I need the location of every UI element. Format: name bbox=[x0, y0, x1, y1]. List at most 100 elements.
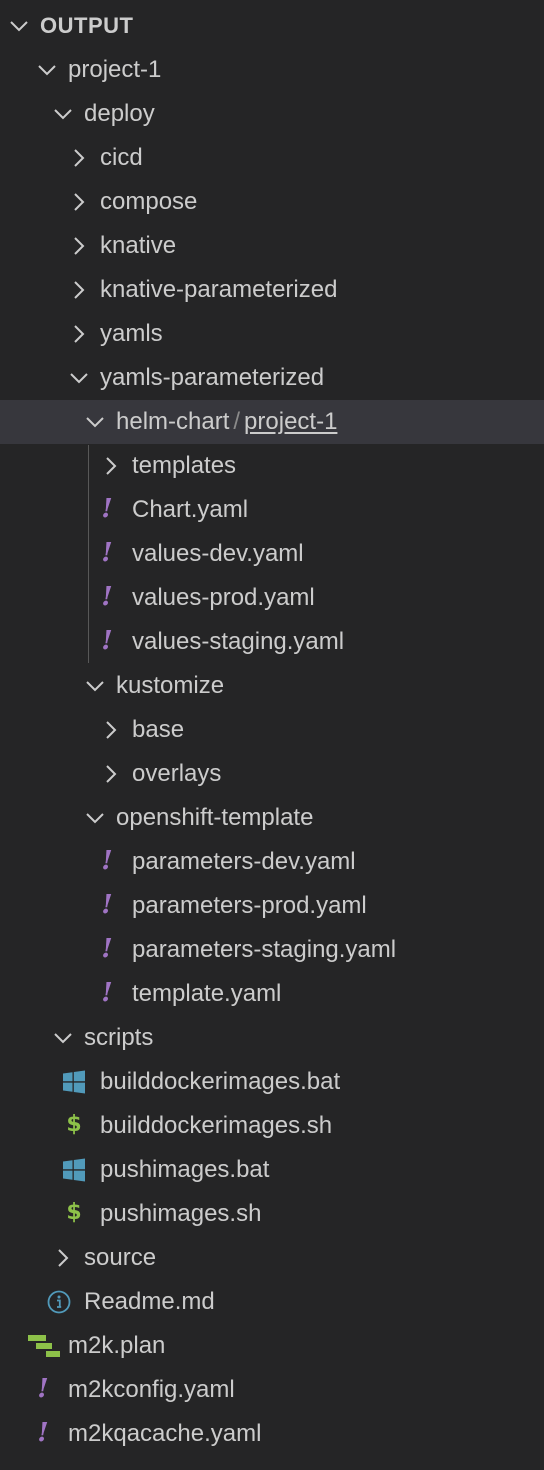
chevron-down-icon bbox=[83, 674, 107, 698]
chevron-right-icon bbox=[67, 146, 91, 170]
tree-file-pushimages-bat[interactable]: pushimages.bat bbox=[0, 1148, 544, 1192]
yaml-file-icon: ! bbox=[101, 538, 113, 568]
chevron-right-icon bbox=[67, 278, 91, 302]
tree-file-values-dev[interactable]: ! values-dev.yaml bbox=[0, 532, 544, 576]
yaml-file-icon: ! bbox=[101, 494, 113, 524]
tree-folder-helm-chart[interactable]: helm-chart / project-1 bbox=[0, 400, 544, 444]
folder-label: templates bbox=[132, 452, 237, 479]
chevron-down-icon bbox=[67, 366, 91, 390]
yaml-file-icon: ! bbox=[101, 846, 113, 876]
plan-icon bbox=[28, 1334, 62, 1358]
tree-folder-cicd[interactable]: cicd bbox=[0, 136, 544, 180]
file-label: values-staging.yaml bbox=[132, 628, 345, 655]
tree-file-builddockerimages-sh[interactable]: $ builddockerimages.sh bbox=[0, 1104, 544, 1148]
folder-label: project-1 bbox=[68, 56, 162, 83]
tree-folder-kustomize[interactable]: kustomize bbox=[0, 664, 544, 708]
shell-file-icon: $ bbox=[66, 1112, 82, 1137]
chevron-down-icon bbox=[83, 410, 107, 434]
tree-folder-base[interactable]: base bbox=[0, 708, 544, 752]
folder-label: compose bbox=[100, 188, 198, 215]
yaml-file-icon: ! bbox=[101, 978, 113, 1008]
chevron-down-icon bbox=[51, 102, 75, 126]
folder-label: openshift-template bbox=[116, 804, 314, 831]
folder-label: yamls bbox=[100, 320, 163, 347]
tree-file-parameters-staging[interactable]: ! parameters-staging.yaml bbox=[0, 928, 544, 972]
compact-folder-separator: / bbox=[233, 408, 241, 435]
tree-folder-knative-parameterized[interactable]: knative-parameterized bbox=[0, 268, 544, 312]
tree-folder-source[interactable]: source bbox=[0, 1236, 544, 1280]
chevron-down-icon bbox=[35, 58, 59, 82]
tree-folder-overlays[interactable]: overlays bbox=[0, 752, 544, 796]
file-label: values-prod.yaml bbox=[132, 584, 315, 611]
chevron-right-icon bbox=[67, 234, 91, 258]
info-icon bbox=[47, 1290, 71, 1314]
file-label: builddockerimages.bat bbox=[100, 1068, 341, 1095]
tree-file-builddockerimages-bat[interactable]: builddockerimages.bat bbox=[0, 1060, 544, 1104]
windows-icon bbox=[62, 1070, 86, 1094]
folder-label: kustomize bbox=[116, 672, 225, 699]
file-label: values-dev.yaml bbox=[132, 540, 304, 567]
chevron-right-icon bbox=[51, 1246, 75, 1270]
file-label: parameters-prod.yaml bbox=[132, 892, 367, 919]
file-label: m2kqacache.yaml bbox=[68, 1420, 262, 1447]
folder-label: overlays bbox=[132, 760, 222, 787]
file-label: pushimages.sh bbox=[100, 1200, 262, 1227]
folder-label: knative bbox=[100, 232, 177, 259]
windows-icon bbox=[62, 1158, 86, 1182]
chevron-down-icon bbox=[83, 806, 107, 830]
yaml-file-icon: ! bbox=[101, 934, 113, 964]
shell-file-icon: $ bbox=[66, 1200, 82, 1225]
compact-folder-first[interactable]: helm-chart bbox=[116, 408, 229, 435]
output-section-header[interactable]: OUTPUT bbox=[0, 4, 544, 48]
tree-file-chart-yaml[interactable]: ! Chart.yaml bbox=[0, 488, 544, 532]
folder-label: deploy bbox=[84, 100, 155, 127]
folder-label: source bbox=[84, 1244, 157, 1271]
compact-folder-second[interactable]: project-1 bbox=[244, 408, 337, 435]
tree-folder-yamls[interactable]: yamls bbox=[0, 312, 544, 356]
yaml-file-icon: ! bbox=[37, 1374, 49, 1404]
tree-folder-project-1[interactable]: project-1 bbox=[0, 48, 544, 92]
tree-folder-knative[interactable]: knative bbox=[0, 224, 544, 268]
section-title: OUTPUT bbox=[40, 13, 134, 38]
tree-file-values-staging[interactable]: ! values-staging.yaml bbox=[0, 620, 544, 664]
file-label: builddockerimages.sh bbox=[100, 1112, 333, 1139]
tree-folder-templates[interactable]: templates bbox=[0, 444, 544, 488]
tree-file-m2kconfig[interactable]: ! m2kconfig.yaml bbox=[0, 1368, 544, 1412]
tree-folder-deploy[interactable]: deploy bbox=[0, 92, 544, 136]
file-label: Readme.md bbox=[84, 1288, 215, 1315]
yaml-file-icon: ! bbox=[37, 1418, 49, 1448]
file-explorer: OUTPUT project-1 deploy cicd compose kna… bbox=[0, 0, 544, 1470]
tree-file-parameters-dev[interactable]: ! parameters-dev.yaml bbox=[0, 840, 544, 884]
file-label: m2k.plan bbox=[68, 1332, 166, 1359]
chevron-right-icon bbox=[99, 762, 123, 786]
folder-label: base bbox=[132, 716, 185, 743]
chevron-right-icon bbox=[67, 190, 91, 214]
tree-folder-yamls-parameterized[interactable]: yamls-parameterized bbox=[0, 356, 544, 400]
file-label: m2kconfig.yaml bbox=[68, 1376, 235, 1403]
chevron-down-icon bbox=[7, 14, 31, 38]
tree-file-pushimages-sh[interactable]: $ pushimages.sh bbox=[0, 1192, 544, 1236]
chevron-right-icon bbox=[67, 322, 91, 346]
file-label: Chart.yaml bbox=[132, 496, 249, 523]
tree-folder-scripts[interactable]: scripts bbox=[0, 1016, 544, 1060]
file-label: parameters-dev.yaml bbox=[132, 848, 356, 875]
tree-file-parameters-prod[interactable]: ! parameters-prod.yaml bbox=[0, 884, 544, 928]
yaml-file-icon: ! bbox=[101, 626, 113, 656]
yaml-file-icon: ! bbox=[101, 890, 113, 920]
folder-label: knative-parameterized bbox=[100, 276, 338, 303]
tree-folder-openshift-template[interactable]: openshift-template bbox=[0, 796, 544, 840]
tree-file-readme[interactable]: Readme.md bbox=[0, 1280, 544, 1324]
tree-folder-compose[interactable]: compose bbox=[0, 180, 544, 224]
file-label: pushimages.bat bbox=[100, 1156, 270, 1183]
tree-file-values-prod[interactable]: ! values-prod.yaml bbox=[0, 576, 544, 620]
compact-folder-label: helm-chart / project-1 bbox=[116, 409, 337, 435]
folder-label: yamls-parameterized bbox=[100, 364, 325, 391]
folder-label: scripts bbox=[84, 1024, 154, 1051]
file-label: template.yaml bbox=[132, 980, 282, 1007]
file-label: parameters-staging.yaml bbox=[132, 936, 397, 963]
chevron-down-icon bbox=[51, 1026, 75, 1050]
chevron-right-icon bbox=[99, 718, 123, 742]
tree-file-m2kqacache[interactable]: ! m2kqacache.yaml bbox=[0, 1412, 544, 1456]
tree-file-m2k-plan[interactable]: m2k.plan bbox=[0, 1324, 544, 1368]
tree-file-template-yaml[interactable]: ! template.yaml bbox=[0, 972, 544, 1016]
